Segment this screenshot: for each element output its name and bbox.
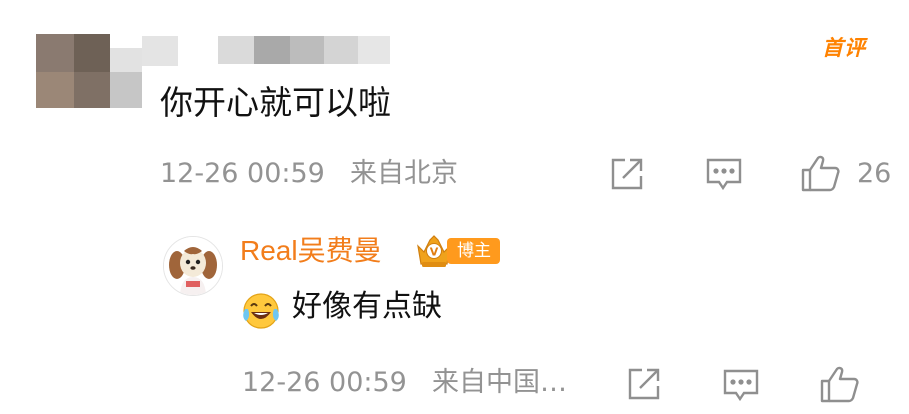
reply-location: 来自中国… (432, 367, 568, 398)
comment-meta: 12-26 00:59 来自北京 (160, 157, 458, 191)
like-icon[interactable] (801, 154, 841, 192)
like-count: 26 (857, 158, 892, 189)
reply-text: 好像有点缺 (292, 289, 442, 324)
laughing-tears-emoji (241, 291, 281, 331)
reply-share-icon[interactable] (626, 366, 662, 402)
reply-time: 12-26 00:59 (242, 367, 407, 398)
comment-time: 12-26 00:59 (160, 158, 325, 189)
replier-avatar[interactable] (163, 236, 223, 296)
comment-location: 来自北京 (350, 158, 459, 189)
author-badge: V 博主 (414, 232, 510, 270)
commenter-avatar-pixelated[interactable] (36, 34, 142, 108)
blogger-badge-label: 博主 (447, 238, 500, 264)
share-icon[interactable] (609, 156, 645, 192)
commenter-name-pixelated[interactable] (142, 28, 392, 68)
svg-text:V: V (430, 246, 439, 259)
reply-like-icon[interactable] (820, 365, 860, 403)
reply-reply-icon[interactable] (722, 368, 760, 404)
comment-text: 你开心就可以啦 (160, 83, 391, 122)
reply-meta: 12-26 00:59 来自中国… (242, 366, 567, 400)
replier-username[interactable]: Real吴费曼 (240, 233, 382, 269)
reply-icon[interactable] (705, 157, 743, 193)
first-comment-badge: 首评 (822, 36, 866, 60)
